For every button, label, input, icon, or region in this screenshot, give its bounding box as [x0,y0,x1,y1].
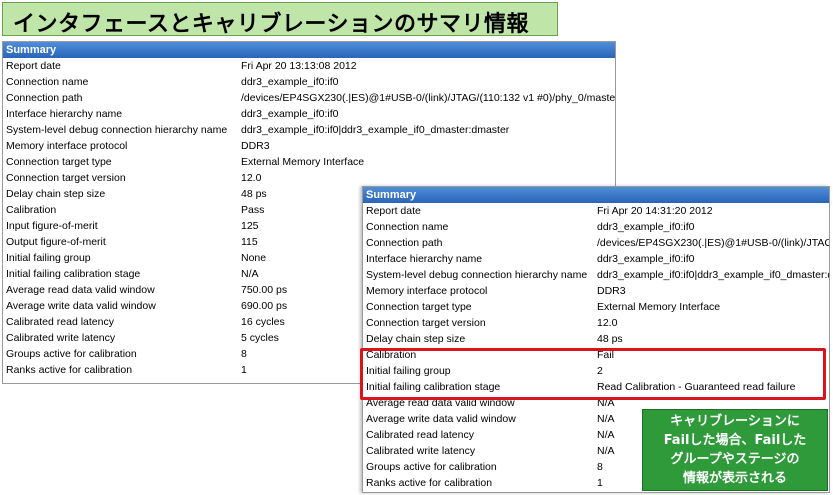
summary-row: Memory interface protocol DDR3 [3,138,615,154]
row-value: 8 [241,348,247,360]
summary-row: Connection path/devices/EP4SGX230(.|ES)@… [3,90,615,106]
summary-row: Delay chain step size 48 ps [363,331,829,347]
row-value: N/A [597,413,615,425]
row-label: Connection name [6,76,89,88]
summary-header: Summary [3,42,615,58]
row-value: ddr3_example_if0:if0 [597,253,695,265]
summary-row: System-level debug connection hierarchy … [363,267,829,283]
row-value: Fri Apr 20 13:13:08 2012 [241,60,357,72]
row-label: Connection target type [6,156,112,168]
row-label: Delay chain step size [366,333,466,345]
row-value: 125 [241,220,259,232]
row-value: 12.0 [597,317,618,329]
row-label: Memory interface protocol [6,140,128,152]
row-value: ddr3_example_if0:if0 [241,108,339,120]
row-label: Average read data valid window [6,284,155,296]
row-value: ddr3_example_if0:if0|ddr3_example_if0_dm… [597,269,830,281]
row-value: ddr3_example_if0:if0 [597,221,695,233]
row-value: DDR3 [597,285,626,297]
row-label: Connection path [366,237,443,249]
row-value: ddr3_example_if0:if0|ddr3_example_if0_dm… [241,124,510,136]
row-label: Connection target version [366,317,486,329]
failure-highlight-box [360,348,826,400]
row-value: 8 [597,461,603,473]
note-line: Failした場合、Failした [663,433,807,448]
row-value: /devices/EP4SGX230(.|ES)@1#USB-0/(link)/… [241,92,616,104]
row-value: 750.00 ps [241,284,288,296]
summary-row: Interface hierarchy name ddr3_example_if0… [363,251,829,267]
row-value: 115 [241,236,258,248]
row-label: Ranks active for calibration [6,364,133,376]
summary-header: Summary [363,187,829,203]
row-value: N/A [597,429,615,441]
summary-row: Connection target type External Memory In… [363,299,829,315]
row-value: 5 cycles [241,332,279,344]
row-label: Ranks active for calibration [366,477,493,489]
summary-row: Connection target version 12.0 [3,170,615,186]
summary-row: Memory interface protocol DDR3 [363,283,829,299]
summary-row: Report date Fri Apr 20 13:13:08 2012 [3,58,615,74]
summary-row: Connection target type External Memory In… [3,154,615,170]
summary-row: Connection path/devices/EP4SGX230(.|ES)@… [363,235,829,251]
row-label: Calibrated read latency [366,429,474,441]
summary-row: Connection target version 12.0 [363,315,829,331]
row-label: Interface hierarchy name [6,108,123,120]
row-label: System-level debug connection hierarchy … [6,124,228,136]
row-value: N/A [597,445,615,457]
summary-row: Connection name ddr3_example_if0:if0 [3,74,615,90]
row-label: System-level debug connection hierarchy … [366,269,588,281]
row-label: Connection path [6,92,83,104]
row-value: External Memory Interface [597,301,721,313]
summary-row: System-level debug connection hierarchy … [3,122,615,138]
row-label: Input figure-of-merit [6,220,98,232]
row-label: Groups active for calibration [366,461,497,473]
row-value: ddr3_example_if0:if0 [241,76,339,88]
row-value: External Memory Interface [241,156,365,168]
callout-note: キャリブレーションに Failした場合、Failした グループやステージの 情報… [642,409,828,491]
title-banner: インタフェースとキャリブレーションのサマリ情報 [2,2,558,37]
row-label: Delay chain step size [6,188,106,200]
row-label: Output figure-of-merit [6,236,106,248]
row-label: Memory interface protocol [366,285,488,297]
row-value: 16 cycles [241,316,285,328]
row-label: Report date [366,205,421,217]
row-label: Report date [6,60,61,72]
row-label: Connection target type [366,301,472,313]
row-label: Calibrated read latency [6,316,114,328]
summary-row: Connection name ddr3_example_if0:if0 [363,219,829,235]
note-line: キャリブレーションに [670,414,800,429]
summary-row: Interface hierarchy name ddr3_example_if0… [3,106,615,122]
row-value: 48 ps [241,188,267,200]
row-label: Calibrated write latency [6,332,116,344]
row-label: Average write data valid window [366,413,516,425]
row-label: Calibration [6,204,57,216]
row-value: N/A [241,268,259,280]
row-value: Fri Apr 20 14:31:20 2012 [597,205,713,217]
row-label: Interface hierarchy name [366,253,483,265]
row-label: Connection name [366,221,449,233]
row-label: Calibrated write latency [366,445,476,457]
row-value: /devices/EP4SGX230(.|ES)@1#USB-0/(link)/… [597,237,830,249]
row-value: 48 ps [597,333,623,345]
row-value: 690.00 ps [241,300,288,312]
row-label: Initial failing group [6,252,91,264]
row-label: Initial failing calibration stage [6,268,141,280]
row-label: Connection target version [6,172,126,184]
row-value: 1 [597,477,603,489]
row-label: Groups active for calibration [6,348,137,360]
row-value: 12.0 [241,172,262,184]
row-value: None [241,252,267,264]
row-value: 1 [241,364,247,376]
page-title: インタフェースとキャリブレーションのサマリ情報 [13,12,529,37]
row-value: DDR3 [241,140,270,152]
note-line: グループやステージの [670,452,800,467]
row-value: Pass [241,204,265,216]
note-line: 情報が表示される [682,471,787,486]
summary-row: Report date Fri Apr 20 14:31:20 2012 [363,203,829,219]
row-label: Average write data valid window [6,300,156,312]
